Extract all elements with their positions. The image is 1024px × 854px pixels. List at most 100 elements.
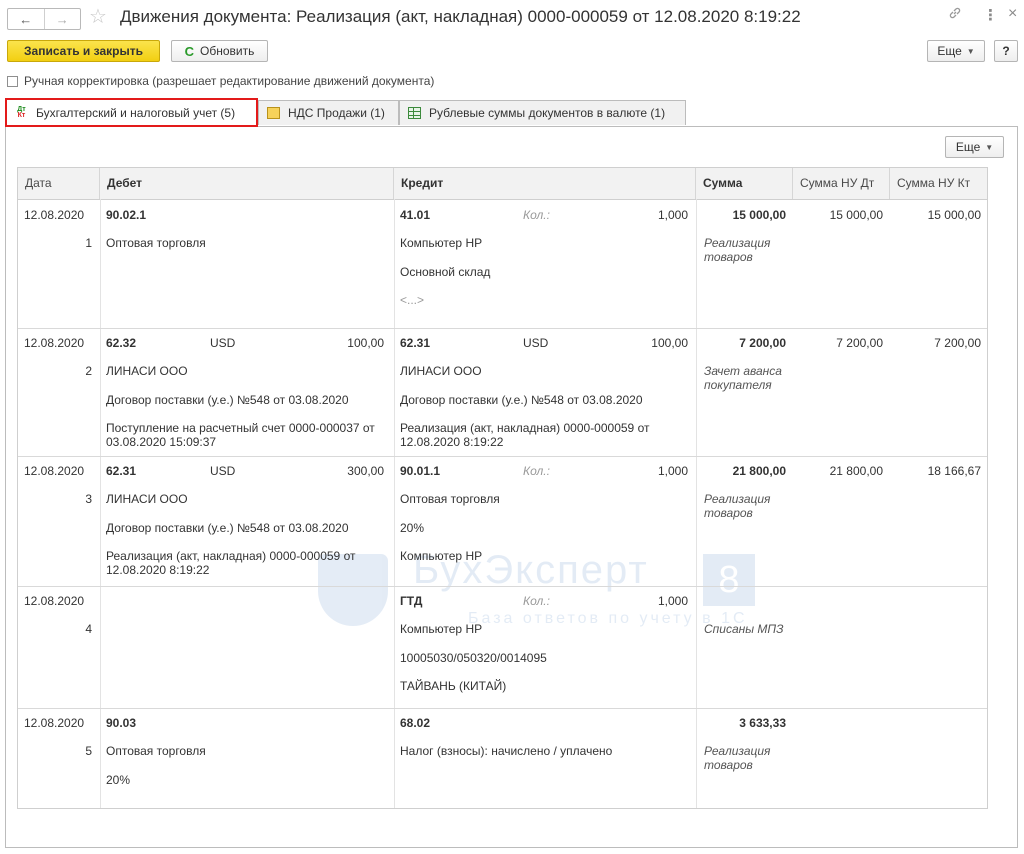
column-header-nu-dt[interactable]: Сумма НУ Дт	[793, 168, 890, 199]
chevron-down-icon: ▼	[966, 46, 975, 56]
window-title: Движения документа: Реализация (акт, нак…	[120, 7, 801, 26]
row-sum: 3 633,33	[739, 716, 786, 730]
row-sum: 15 000,00	[732, 208, 786, 222]
row-separator	[18, 586, 987, 587]
kredit-account: 68.02	[400, 716, 431, 730]
kredit-qty-label: Кол.:	[523, 208, 550, 222]
tab-vat-sales[interactable]: НДС Продажи (1)	[258, 100, 399, 125]
row-date: 12.08.2020	[24, 594, 85, 608]
kredit-subconto: Компьютер HP	[400, 622, 483, 636]
postings-table[interactable]: Дата Дебет Кредит Сумма Сумма НУ Дт Сумм…	[17, 167, 988, 809]
column-header-date[interactable]: Дата	[18, 168, 100, 199]
row-nu-kt: 7 200,00	[934, 336, 981, 350]
debet-amount: 100,00	[347, 336, 384, 350]
table-header: Дата Дебет Кредит Сумма Сумма НУ Дт Сумм…	[18, 168, 987, 200]
tab-ruble-amounts[interactable]: Рублевые суммы документов в валюте (1)	[399, 100, 686, 125]
navigation-buttons: ← →	[7, 8, 81, 30]
manual-edit-option[interactable]: Ручная корректировка (разрешает редактир…	[7, 74, 434, 88]
table-more-button[interactable]: Еще ▼	[945, 136, 1004, 158]
kredit-subconto: <...>	[400, 293, 425, 307]
column-header-kredit[interactable]: Кредит	[394, 168, 696, 199]
close-icon[interactable]: ×	[1008, 5, 1017, 23]
kredit-qty: 1,000	[657, 208, 688, 222]
back-arrow-icon[interactable]: ←	[8, 9, 44, 29]
debet-subconto: Договор поставки (у.е.) №548 от 03.08.20…	[106, 393, 349, 407]
row-content: Списаны МПЗ	[704, 622, 784, 636]
kredit-account: 90.01.1	[400, 464, 441, 478]
kredit-account: 62.31	[400, 336, 431, 350]
debet-currency: USD	[210, 336, 236, 350]
link-icon[interactable]	[948, 6, 962, 24]
column-divider	[394, 199, 395, 808]
row-content: Реализация товаров	[704, 744, 771, 772]
row-content: Зачет аванса покупателя	[704, 364, 782, 392]
row-sum: 21 800,00	[732, 464, 786, 478]
kredit-subconto: 20%	[400, 521, 425, 535]
debet-subconto: Реализация (акт, накладная) 0000-000059 …	[106, 549, 356, 577]
kredit-account: 41.01	[400, 208, 431, 222]
kredit-amount: 100,00	[651, 336, 688, 350]
row-nu-kt: 18 166,67	[927, 464, 981, 478]
watermark-badge: 8	[703, 554, 755, 606]
column-header-sum[interactable]: Сумма	[696, 168, 793, 199]
row-date: 12.08.2020	[24, 716, 85, 730]
kredit-subconto: 10005030/050320/0014095	[400, 651, 547, 665]
row-separator	[18, 328, 987, 329]
dt-kt-icon: Дт Кт	[15, 106, 28, 119]
row-sum: 7 200,00	[739, 336, 786, 350]
row-date: 12.08.2020	[24, 464, 85, 478]
manual-edit-label: Ручная корректировка (разрешает редактир…	[24, 74, 435, 88]
kredit-subconto: Реализация (акт, накладная) 0000-000059 …	[400, 421, 650, 449]
kredit-qty-label: Кол.:	[523, 464, 550, 478]
kredit-subconto: ТАЙВАНЬ (КИТАЙ)	[400, 679, 507, 693]
row-number: 3	[85, 492, 92, 506]
refresh-button[interactable]: C Обновить	[171, 40, 268, 62]
tab-accounting-and-tax[interactable]: Дт Кт Бухгалтерский и налоговый учет (5)	[5, 98, 258, 127]
kredit-subconto: Оптовая торговля	[400, 492, 500, 506]
column-header-nu-kt[interactable]: Сумма НУ Кт	[890, 168, 987, 199]
debet-account: 90.03	[106, 716, 137, 730]
debet-subconto: Поступление на расчетный счет 0000-00003…	[106, 421, 375, 449]
more-vertical-icon[interactable]: ⋮	[983, 6, 998, 24]
link-icon-svg	[949, 7, 961, 19]
kredit-currency: USD	[523, 336, 549, 350]
tab-label: Бухгалтерский и налоговый учет (5)	[36, 105, 236, 120]
debet-subconto: 20%	[106, 773, 131, 787]
kredit-subconto: Налог (взносы): начислено / уплачено	[400, 744, 613, 758]
kredit-subconto: Компьютер HP	[400, 549, 483, 563]
refresh-button-label: Обновить	[200, 44, 255, 58]
column-header-debet[interactable]: Дебет	[100, 168, 394, 199]
row-number: 5	[85, 744, 92, 758]
kredit-subconto: Компьютер HP	[400, 236, 483, 250]
row-nu-dt: 21 800,00	[829, 464, 883, 478]
tab-label: Рублевые суммы документов в валюте (1)	[429, 106, 666, 120]
refresh-icon: C	[184, 43, 195, 59]
debet-account: 90.02.1	[106, 208, 147, 222]
more-actions-button[interactable]: Еще ▼	[927, 40, 985, 62]
vat-register-icon	[267, 107, 280, 119]
chevron-down-icon: ▼	[985, 142, 994, 152]
kredit-account: ГТД	[400, 594, 423, 608]
kredit-qty: 1,000	[657, 594, 688, 608]
row-number: 4	[85, 622, 92, 636]
row-date: 12.08.2020	[24, 336, 85, 350]
debet-subconto: Договор поставки (у.е.) №548 от 03.08.20…	[106, 521, 349, 535]
debet-subconto: ЛИНАСИ ООО	[106, 364, 188, 378]
table-more-label: Еще	[955, 140, 981, 154]
debet-subconto: Оптовая торговля	[106, 744, 206, 758]
save-and-close-button[interactable]: Записать и закрыть	[7, 40, 160, 62]
debet-amount: 300,00	[347, 464, 384, 478]
row-separator	[18, 808, 987, 809]
debet-currency: USD	[210, 464, 236, 478]
help-button[interactable]: ?	[994, 40, 1018, 62]
manual-edit-checkbox[interactable]	[7, 75, 18, 87]
row-number: 1	[85, 236, 92, 250]
forward-arrow-icon[interactable]: →	[43, 9, 81, 29]
tab-label: НДС Продажи (1)	[288, 106, 385, 120]
kredit-qty-label: Кол.:	[523, 594, 550, 608]
debet-account: 62.32	[106, 336, 137, 350]
more-actions-label: Еще	[937, 44, 962, 58]
favorite-star-icon[interactable]: ☆	[89, 5, 107, 29]
row-nu-dt: 15 000,00	[829, 208, 883, 222]
row-separator	[18, 456, 987, 457]
